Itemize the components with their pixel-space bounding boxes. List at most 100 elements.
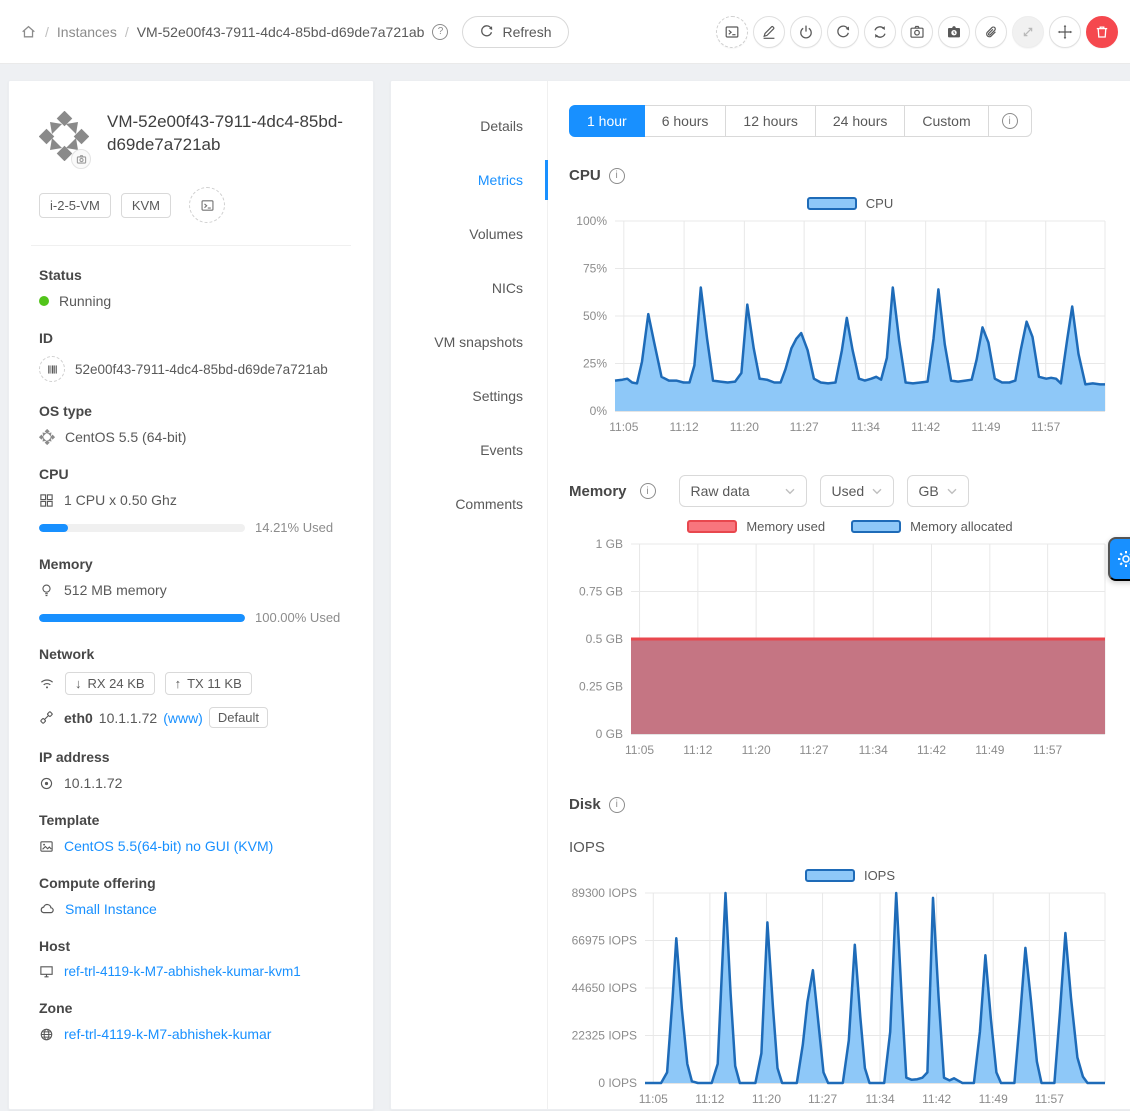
cpu-chart: 11:0511:1211:2011:2711:3411:4211:4911:57… [569,213,1130,439]
ip-address-label: IP address [39,749,351,765]
snapshot-button[interactable] [901,16,933,48]
destroy-button[interactable] [1086,16,1118,48]
picture-icon [39,839,54,854]
vm-action-bar [716,16,1118,48]
info-icon[interactable]: i [609,797,625,813]
svg-text:0.5 GB: 0.5 GB [586,632,623,646]
tab-nics[interactable]: NICs [391,261,547,315]
time-range-6-hours[interactable]: 6 hours [644,105,727,137]
help-icon[interactable]: ? [432,24,448,40]
memory-legend[interactable]: Memory used Memory allocated [569,519,1130,534]
svg-text:75%: 75% [583,262,607,276]
legend-swatch [851,520,901,533]
cpu-legend[interactable]: CPU [569,196,1130,211]
nic-name: eth0 [64,710,93,726]
nic-network-link[interactable]: (www) [163,710,203,726]
cpu-used-label: 14.21% Used [255,520,351,535]
status-value: Running [59,293,111,309]
svg-text:100%: 100% [576,214,607,228]
location-ring-icon [39,776,54,791]
time-range-custom[interactable]: Custom [904,105,988,137]
svg-text:11:20: 11:20 [742,743,771,757]
breadcrumb-instances[interactable]: Instances [57,24,117,40]
metrics-content: 1 hour 6 hours 12 hours 24 hours Custom … [569,105,1130,1111]
time-range-24-hours[interactable]: 24 hours [815,105,905,137]
compute-offering-link[interactable]: Small Instance [65,901,157,917]
console-icon [724,24,740,40]
tab-details[interactable]: Details [391,99,547,153]
edit-pencil-icon [761,24,777,40]
svg-text:11:49: 11:49 [975,743,1004,757]
time-range-12-hours[interactable]: 12 hours [725,105,815,137]
up-arrow-icon: ↑ [175,676,182,691]
tab-vm-snapshots[interactable]: VM snapshots [391,315,547,369]
host-link[interactable]: ref-trl-4119-k-M7-abhishek-kumar-kvm1 [64,964,301,979]
status-label: Status [39,267,351,283]
tab-comments[interactable]: Comments [391,477,547,531]
barcode-icon[interactable] [39,356,65,382]
edit-button[interactable] [753,16,785,48]
sync-icon [872,24,888,40]
network-label: Network [39,646,351,662]
iops-legend[interactable]: IOPS [569,868,1130,883]
template-link[interactable]: CentOS 5.5(64-bit) no GUI (KVM) [64,838,273,854]
cpu-chart-title: CPU [569,167,601,184]
zone-link[interactable]: ref-trl-4119-k-M7-abhishek-kumar [64,1026,271,1042]
migrate-button[interactable] [1049,16,1081,48]
console-button[interactable] [716,16,748,48]
gear-icon [1116,549,1130,569]
reinstall-button[interactable] [864,16,896,48]
tab-volumes[interactable]: Volumes [391,207,547,261]
svg-text:11:57: 11:57 [1035,1092,1064,1106]
svg-text:11:49: 11:49 [979,1092,1008,1106]
theme-settings-button[interactable] [1108,537,1130,581]
memory-metric-select[interactable]: Used [820,475,894,507]
zone-label: Zone [39,1000,351,1016]
svg-text:25%: 25% [583,357,607,371]
host-label: Host [39,938,351,954]
nic-ip: 10.1.1.72 [99,710,157,726]
tab-events[interactable]: Events [391,423,547,477]
vm-summary-panel: VM-52e00f43-7911-4dc4-85bd-d69de7a721ab … [8,80,374,1110]
stop-button[interactable] [790,16,822,48]
memory-label: Memory [39,556,351,572]
reboot-icon [835,24,851,40]
cpu-progress-bar [39,524,245,532]
id-value: 52e00f43-7911-4dc4-85bd-d69de7a721ab [75,362,328,377]
memory-data-select[interactable]: Raw data [679,475,807,507]
attach-iso-button[interactable] [975,16,1007,48]
rx-chip: ↓RX 24 KB [65,672,155,695]
svg-text:50%: 50% [583,309,607,323]
time-range-info[interactable]: i [988,105,1032,137]
home-icon[interactable] [20,23,37,40]
ip-address-value: 10.1.1.72 [64,775,122,791]
vm-detail-panel: Details Metrics Volumes NICs VM snapshot… [390,80,1130,1110]
tab-settings[interactable]: Settings [391,369,547,423]
compute-offering-label: Compute offering [39,875,351,891]
iops-subtitle: IOPS [569,839,1130,856]
change-icon-badge[interactable] [71,149,91,169]
scale-vm-button[interactable] [1012,16,1044,48]
legend-swatch [687,520,737,533]
trash-icon [1094,24,1110,40]
tx-chip: ↑TX 11 KB [165,672,252,695]
reload-icon [479,24,494,39]
time-range-1-hour[interactable]: 1 hour [569,105,645,137]
camera-icon [909,24,925,40]
info-icon[interactable]: i [640,483,656,499]
svg-text:11:57: 11:57 [1031,420,1060,434]
tab-metrics[interactable]: Metrics [391,153,547,207]
svg-text:11:05: 11:05 [625,743,654,757]
recurring-snapshot-button[interactable] [938,16,970,48]
svg-text:1 GB: 1 GB [596,537,623,551]
info-icon[interactable]: i [609,168,625,184]
tag-internal-name: i-2-5-VM [39,193,111,218]
console-shortcut-button[interactable] [189,187,225,223]
camera-clock-icon [946,24,962,40]
iops-chart: 11:0511:1211:2011:2711:3411:4211:4911:57… [569,885,1130,1111]
memory-unit-select[interactable]: GB [907,475,969,507]
svg-text:0.25 GB: 0.25 GB [579,680,623,694]
svg-text:89300 IOPS: 89300 IOPS [572,886,637,900]
refresh-button[interactable]: Refresh [462,16,568,48]
reboot-button[interactable] [827,16,859,48]
